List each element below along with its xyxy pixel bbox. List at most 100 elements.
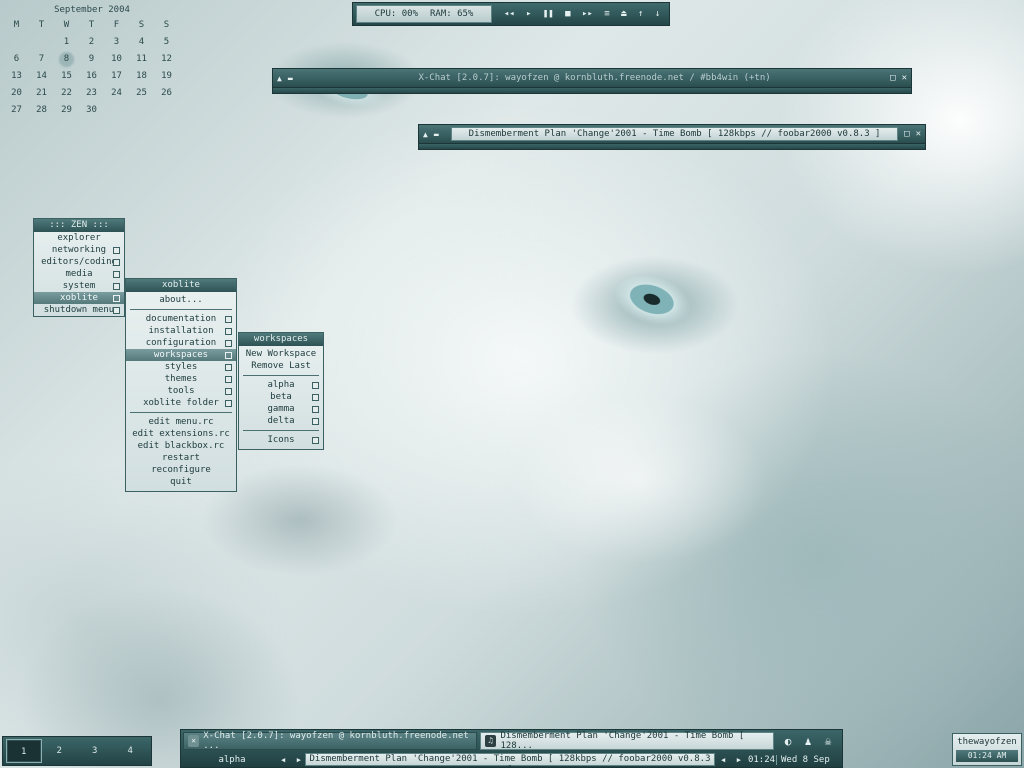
volume-up-icon[interactable]: ↑ [638,9,643,19]
foobar-window-titlebar[interactable]: ▲ ▬ Dismemberment Plan 'Change'2001 - Ti… [418,124,926,144]
shade-icon[interactable]: ▲ [423,130,428,139]
desktop-1[interactable]: 1 [6,739,42,763]
window-next-icon[interactable]: ▶ [737,756,741,764]
desktop-3[interactable]: 3 [77,739,113,763]
menu-item-media[interactable]: media [34,268,124,280]
workspace-next-icon[interactable]: ▶ [297,756,301,764]
menu-item-quit[interactable]: quit [126,476,236,488]
menu-item-networking[interactable]: networking [34,244,124,256]
calendar-day [4,34,29,51]
calendar-day: 23 [86,88,97,98]
menu-item-reconfigure[interactable]: reconfigure [126,464,236,476]
calendar-day [29,34,54,51]
messenger-tray-icon[interactable]: ♟ [805,735,812,748]
calendar-day: 13 [11,71,22,81]
minimize-icon[interactable]: ▬ [288,74,293,83]
calendar-day: 27 [11,105,22,115]
calendar-day: 12 [161,54,172,64]
menu-item-explorer[interactable]: explorer [34,232,124,244]
calendar-grid: M T W T F S S 1 2 3 4 5 6 7 8 9 10 11 12 13 14 15 16 17 18 19 20 21… [4,17,180,119]
close-icon[interactable]: ✕ [916,129,921,139]
xoblite-menu: xoblite about... documentation installat… [125,278,237,492]
foobar-window-handle[interactable] [418,144,926,150]
volume-down-icon[interactable]: ↓ [655,9,660,19]
menu-item-xoblite[interactable]: xoblite [34,292,124,304]
minimize-icon[interactable]: ▬ [434,130,439,139]
calendar-weekday: T [88,20,95,30]
menu-item-documentation[interactable]: documentation [126,313,236,325]
menu-title: xoblite [126,279,236,292]
menu-item-about[interactable]: about... [126,294,236,306]
calendar-day: 21 [36,88,47,98]
menu-item-xoblite-folder[interactable]: xoblite folder [126,397,236,409]
task-foobar[interactable]: ♫ Dismemberment Plan 'Change'2001 - Time… [480,731,774,751]
media-controls: ◂◂ ▸ ❚❚ ■ ▸▸ ≡ ⏏ ↑ ↓ [492,9,666,19]
menu-item-system[interactable]: system [34,280,124,292]
shade-icon[interactable]: ▲ [277,74,282,83]
workspace-prev-icon[interactable]: ◀ [281,756,285,764]
user-box: thewayofzen 01:24 AM [952,733,1022,766]
menu-item-new-workspace[interactable]: New Workspace [239,348,323,360]
desktop-calendar: September 2004 M T W T F S S 1 2 3 4 5 6 7 8 9 10 11 12 13 1… [4,3,180,119]
menu-item-edit-extensions-rc[interactable]: edit extensions.rc [126,428,236,440]
menu-item-shutdown-menu[interactable]: shutdown menu [34,304,124,316]
calendar-day: 16 [86,71,97,81]
window-left-buttons: ▲ ▬ [423,130,445,139]
calendar-day: 19 [161,71,172,81]
menu-item-themes[interactable]: themes [126,373,236,385]
maximize-icon[interactable]: □ [890,73,895,83]
menu-item-editors-coding[interactable]: editors/coding [34,256,124,268]
menu-item-remove-last[interactable]: Remove Last [239,360,323,372]
user-clock: 01:24 AM [956,750,1018,762]
calendar-day: 2 [88,37,95,47]
pause-icon[interactable]: ❚❚ [543,9,554,19]
menu-item-configuration[interactable]: configuration [126,337,236,349]
network-tray-icon[interactable]: ◐ [785,735,792,748]
task-list: ✕ X-Chat [2.0.7]: wayofzen @ kornbluth.f… [183,731,774,751]
calendar-day: 6 [13,54,20,64]
menu-item-workspace-beta[interactable]: beta [239,391,323,403]
eject-icon[interactable]: ⏏ [621,9,626,19]
menu-item-styles[interactable]: styles [126,361,236,373]
system-bar: CPU: 00% RAM: 65% ◂◂ ▸ ❚❚ ■ ▸▸ ≡ ⏏ ↑ ↓ [352,2,670,26]
menu-item-edit-menu-rc[interactable]: edit menu.rc [126,416,236,428]
calendar-day: 3 [113,37,120,47]
next-icon[interactable]: ▸▸ [582,9,593,19]
xchat-window-titlebar[interactable]: ▲ ▬ X-Chat [2.0.7]: wayofzen @ kornbluth… [272,68,912,88]
desktop-4[interactable]: 4 [113,739,149,763]
previous-icon[interactable]: ◂◂ [504,9,515,19]
menu-item-edit-blackbox-rc[interactable]: edit blackbox.rc [126,440,236,452]
calendar-day: 30 [86,105,97,115]
menu-item-workspace-gamma[interactable]: gamma [239,403,323,415]
playlist-icon[interactable]: ≡ [604,9,609,19]
menu-item-icons[interactable]: Icons [239,434,323,446]
calendar-day: 5 [163,37,170,47]
maximize-icon[interactable]: □ [904,129,909,139]
wallpaper-eye-right [608,266,702,340]
menu-item-workspaces[interactable]: workspaces [126,349,236,361]
menu-item-workspace-alpha[interactable]: alpha [239,379,323,391]
desktop-2[interactable]: 2 [42,739,78,763]
menu-item-workspace-delta[interactable]: delta [239,415,323,427]
calendar-day: 22 [61,88,72,98]
calendar-day [154,102,179,119]
toolbar-status: alpha ◀ ▶ Dismemberment Plan 'Change'200… [183,752,840,768]
task-xchat[interactable]: ✕ X-Chat [2.0.7]: wayofzen @ kornbluth.f… [183,731,477,751]
system-tray: ◐ ♟ ☠ [778,732,838,750]
menu-item-restart[interactable]: restart [126,452,236,464]
xchat-window-handle[interactable] [272,88,912,94]
play-icon[interactable]: ▸ [526,9,531,19]
menu-title: workspaces [239,333,323,346]
calendar-day: 25 [136,88,147,98]
skull-tray-icon[interactable]: ☠ [825,735,832,748]
menu-item-installation[interactable]: installation [126,325,236,337]
calendar-day [129,102,154,119]
calendar-day: 20 [11,88,22,98]
close-icon[interactable]: ✕ [902,73,907,83]
window-title: X-Chat [2.0.7]: wayofzen @ kornbluth.fre… [418,73,771,83]
stop-icon[interactable]: ■ [565,9,570,19]
window-left-buttons: ▲ ▬ [277,74,299,83]
window-prev-icon[interactable]: ◀ [721,756,725,764]
menu-item-tools[interactable]: tools [126,385,236,397]
menu-separator [130,309,232,310]
